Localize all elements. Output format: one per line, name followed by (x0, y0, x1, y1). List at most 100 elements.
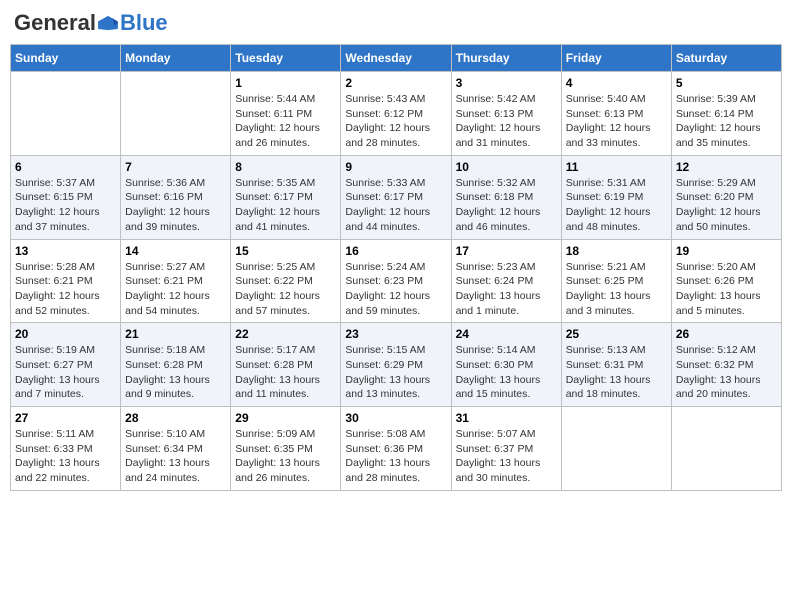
day-number: 13 (15, 244, 116, 258)
calendar-day-cell: 18 Sunrise: 5:21 AM Sunset: 6:25 PM Dayli… (561, 239, 671, 323)
day-number: 21 (125, 327, 226, 341)
calendar-day-cell: 1 Sunrise: 5:44 AM Sunset: 6:11 PM Daylig… (231, 72, 341, 156)
calendar-day-cell (561, 407, 671, 491)
calendar-week-row: 1 Sunrise: 5:44 AM Sunset: 6:11 PM Daylig… (11, 72, 782, 156)
day-number: 29 (235, 411, 336, 425)
day-info: Sunrise: 5:25 AM Sunset: 6:22 PM Dayligh… (235, 260, 336, 319)
calendar-day-cell (671, 407, 781, 491)
day-info: Sunrise: 5:31 AM Sunset: 6:19 PM Dayligh… (566, 176, 667, 235)
day-number: 16 (345, 244, 446, 258)
day-info: Sunrise: 5:39 AM Sunset: 6:14 PM Dayligh… (676, 92, 777, 151)
day-info: Sunrise: 5:44 AM Sunset: 6:11 PM Dayligh… (235, 92, 336, 151)
day-info: Sunrise: 5:24 AM Sunset: 6:23 PM Dayligh… (345, 260, 446, 319)
day-info: Sunrise: 5:29 AM Sunset: 6:20 PM Dayligh… (676, 176, 777, 235)
day-info: Sunrise: 5:19 AM Sunset: 6:27 PM Dayligh… (15, 343, 116, 402)
calendar-day-cell: 9 Sunrise: 5:33 AM Sunset: 6:17 PM Daylig… (341, 155, 451, 239)
calendar-day-cell: 13 Sunrise: 5:28 AM Sunset: 6:21 PM Dayli… (11, 239, 121, 323)
day-info: Sunrise: 5:36 AM Sunset: 6:16 PM Dayligh… (125, 176, 226, 235)
day-number: 23 (345, 327, 446, 341)
day-of-week-header: Saturday (671, 45, 781, 72)
day-number: 26 (676, 327, 777, 341)
logo-blue-text: Blue (120, 10, 168, 36)
logo: General Blue (14, 10, 168, 36)
calendar-day-cell: 15 Sunrise: 5:25 AM Sunset: 6:22 PM Dayli… (231, 239, 341, 323)
calendar-day-cell: 26 Sunrise: 5:12 AM Sunset: 6:32 PM Dayli… (671, 323, 781, 407)
day-info: Sunrise: 5:28 AM Sunset: 6:21 PM Dayligh… (15, 260, 116, 319)
day-number: 14 (125, 244, 226, 258)
day-info: Sunrise: 5:17 AM Sunset: 6:28 PM Dayligh… (235, 343, 336, 402)
day-number: 12 (676, 160, 777, 174)
day-info: Sunrise: 5:43 AM Sunset: 6:12 PM Dayligh… (345, 92, 446, 151)
calendar-day-cell: 19 Sunrise: 5:20 AM Sunset: 6:26 PM Dayli… (671, 239, 781, 323)
logo-general-text: General (14, 10, 96, 36)
calendar-day-cell: 23Sunrise: 5:15 AM Sunset: 6:29 PM Dayli… (341, 323, 451, 407)
day-number: 6 (15, 160, 116, 174)
day-info: Sunrise: 5:20 AM Sunset: 6:26 PM Dayligh… (676, 260, 777, 319)
calendar-day-cell: 28Sunrise: 5:10 AM Sunset: 6:34 PM Dayli… (121, 407, 231, 491)
day-number: 20 (15, 327, 116, 341)
day-info: Sunrise: 5:10 AM Sunset: 6:34 PM Dayligh… (125, 427, 226, 486)
calendar-day-cell: 11 Sunrise: 5:31 AM Sunset: 6:19 PM Dayli… (561, 155, 671, 239)
day-info: Sunrise: 5:07 AM Sunset: 6:37 PM Dayligh… (456, 427, 557, 486)
logo-icon (97, 12, 119, 34)
calendar-day-cell: 25 Sunrise: 5:13 AM Sunset: 6:31 PM Dayli… (561, 323, 671, 407)
day-info: Sunrise: 5:37 AM Sunset: 6:15 PM Dayligh… (15, 176, 116, 235)
day-number: 15 (235, 244, 336, 258)
day-of-week-header: Tuesday (231, 45, 341, 72)
calendar-day-cell: 3 Sunrise: 5:42 AM Sunset: 6:13 PM Daylig… (451, 72, 561, 156)
calendar-day-cell: 27 Sunrise: 5:11 AM Sunset: 6:33 PM Dayli… (11, 407, 121, 491)
day-info: Sunrise: 5:23 AM Sunset: 6:24 PM Dayligh… (456, 260, 557, 319)
day-number: 11 (566, 160, 667, 174)
calendar-day-cell: 20 Sunrise: 5:19 AM Sunset: 6:27 PM Dayli… (11, 323, 121, 407)
calendar-day-cell: 10 Sunrise: 5:32 AM Sunset: 6:18 PM Dayli… (451, 155, 561, 239)
day-number: 1 (235, 76, 336, 90)
day-of-week-header: Sunday (11, 45, 121, 72)
day-info: Sunrise: 5:40 AM Sunset: 6:13 PM Dayligh… (566, 92, 667, 151)
day-number: 31 (456, 411, 557, 425)
day-info: Sunrise: 5:21 AM Sunset: 6:25 PM Dayligh… (566, 260, 667, 319)
day-number: 25 (566, 327, 667, 341)
day-number: 22 (235, 327, 336, 341)
calendar-day-cell: 30Sunrise: 5:08 AM Sunset: 6:36 PM Dayli… (341, 407, 451, 491)
calendar-day-cell: 21Sunrise: 5:18 AM Sunset: 6:28 PM Dayli… (121, 323, 231, 407)
day-number: 5 (676, 76, 777, 90)
day-of-week-header: Friday (561, 45, 671, 72)
calendar-day-cell: 8 Sunrise: 5:35 AM Sunset: 6:17 PM Daylig… (231, 155, 341, 239)
calendar-header-row: SundayMondayTuesdayWednesdayThursdayFrid… (11, 45, 782, 72)
day-number: 2 (345, 76, 446, 90)
calendar-day-cell: 31 Sunrise: 5:07 AM Sunset: 6:37 PM Dayli… (451, 407, 561, 491)
day-number: 4 (566, 76, 667, 90)
calendar-day-cell: 22 Sunrise: 5:17 AM Sunset: 6:28 PM Dayli… (231, 323, 341, 407)
calendar-day-cell: 14 Sunrise: 5:27 AM Sunset: 6:21 PM Dayli… (121, 239, 231, 323)
day-info: Sunrise: 5:09 AM Sunset: 6:35 PM Dayligh… (235, 427, 336, 486)
day-number: 19 (676, 244, 777, 258)
calendar-day-cell (121, 72, 231, 156)
day-number: 17 (456, 244, 557, 258)
day-info: Sunrise: 5:12 AM Sunset: 6:32 PM Dayligh… (676, 343, 777, 402)
day-of-week-header: Thursday (451, 45, 561, 72)
calendar-day-cell: 12 Sunrise: 5:29 AM Sunset: 6:20 PM Dayli… (671, 155, 781, 239)
calendar-table: SundayMondayTuesdayWednesdayThursdayFrid… (10, 44, 782, 491)
day-number: 3 (456, 76, 557, 90)
calendar-day-cell: 16 Sunrise: 5:24 AM Sunset: 6:23 PM Dayli… (341, 239, 451, 323)
day-number: 27 (15, 411, 116, 425)
day-number: 9 (345, 160, 446, 174)
day-number: 24 (456, 327, 557, 341)
day-number: 10 (456, 160, 557, 174)
day-info: Sunrise: 5:35 AM Sunset: 6:17 PM Dayligh… (235, 176, 336, 235)
day-info: Sunrise: 5:27 AM Sunset: 6:21 PM Dayligh… (125, 260, 226, 319)
calendar-day-cell: 2 Sunrise: 5:43 AM Sunset: 6:12 PM Daylig… (341, 72, 451, 156)
day-of-week-header: Monday (121, 45, 231, 72)
day-number: 8 (235, 160, 336, 174)
day-number: 18 (566, 244, 667, 258)
day-info: Sunrise: 5:42 AM Sunset: 6:13 PM Dayligh… (456, 92, 557, 151)
calendar-week-row: 27 Sunrise: 5:11 AM Sunset: 6:33 PM Dayli… (11, 407, 782, 491)
day-info: Sunrise: 5:13 AM Sunset: 6:31 PM Dayligh… (566, 343, 667, 402)
calendar-day-cell: 17 Sunrise: 5:23 AM Sunset: 6:24 PM Dayli… (451, 239, 561, 323)
day-info: Sunrise: 5:11 AM Sunset: 6:33 PM Dayligh… (15, 427, 116, 486)
day-info: Sunrise: 5:32 AM Sunset: 6:18 PM Dayligh… (456, 176, 557, 235)
calendar-day-cell: 29 Sunrise: 5:09 AM Sunset: 6:35 PM Dayli… (231, 407, 341, 491)
calendar-week-row: 20 Sunrise: 5:19 AM Sunset: 6:27 PM Dayli… (11, 323, 782, 407)
day-info: Sunrise: 5:33 AM Sunset: 6:17 PM Dayligh… (345, 176, 446, 235)
day-of-week-header: Wednesday (341, 45, 451, 72)
